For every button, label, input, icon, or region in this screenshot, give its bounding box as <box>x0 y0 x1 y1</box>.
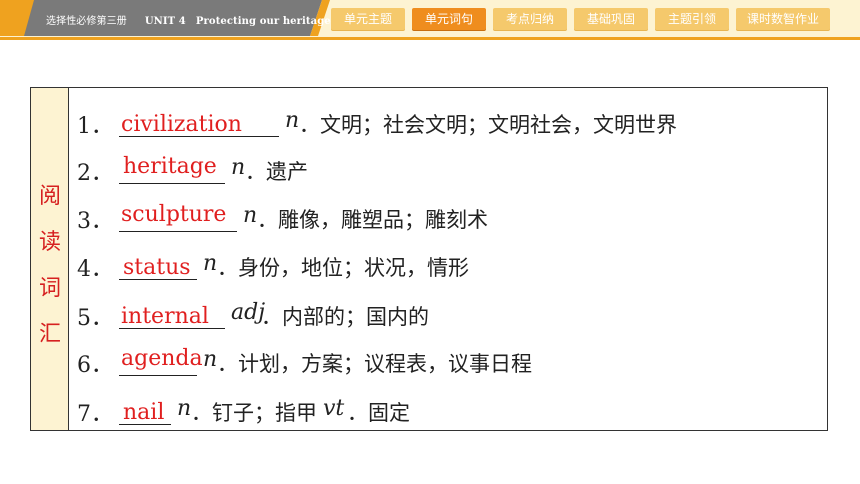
meaning: ．钉子；指甲 <box>191 401 317 425</box>
unit-name: UNIT 4 Protecting our heritage sites <box>144 16 361 27</box>
part-of-speech: n <box>285 108 300 133</box>
item-number: 2． <box>77 161 113 186</box>
unit-title-band: 选择性必修第三册 UNIT 4 Protecting our heritage s… <box>0 0 361 40</box>
tab-basic-practice[interactable]: 基础巩固 <box>574 8 648 30</box>
answer-word: sculpture <box>121 202 227 227</box>
tab-key-points[interactable]: 考点归纳 <box>493 8 567 30</box>
vocab-table: 阅 读 词 汇 1． civilization n ．文明；社会文明；文明社会，… <box>30 87 828 431</box>
meaning: ．内部的；国内的 <box>261 305 429 329</box>
tab-unit-words[interactable]: 单元词句 <box>412 8 486 30</box>
answer-word: heritage <box>123 154 217 179</box>
meaning: ．雕像，雕塑品；雕刻术 <box>257 208 488 232</box>
part-of-speech: n <box>243 203 258 228</box>
item-number: 6． <box>77 353 113 378</box>
part-of-speech: adj <box>231 300 266 325</box>
item-number: 4． <box>77 257 113 282</box>
answer-word: status <box>123 255 191 280</box>
item-number: 1． <box>77 114 113 139</box>
item-number: 5． <box>77 306 113 331</box>
tab-homework[interactable]: 课时数智作业 <box>736 8 830 30</box>
part-of-speech: n <box>177 396 192 421</box>
meaning: ．计划，方案；议程表，议事日程 <box>217 352 532 376</box>
part-of-speech: n <box>231 155 246 180</box>
meaning-2: ．固定 <box>347 401 410 425</box>
part-of-speech: n <box>203 347 218 372</box>
item-number: 3． <box>77 209 113 234</box>
side-char: 词 <box>38 276 61 301</box>
answer-word: agenda <box>121 346 203 371</box>
meaning: ．文明；社会文明；文明社会，文明世界 <box>299 113 677 137</box>
part-of-speech: n <box>203 251 218 276</box>
tab-unit-theme[interactable]: 单元主题 <box>331 8 405 30</box>
part-of-speech-2: vt <box>323 396 345 421</box>
answer-word: civilization <box>121 112 242 137</box>
side-char: 汇 <box>38 322 61 347</box>
side-char: 阅 <box>38 184 61 209</box>
answer-word: nail <box>123 400 165 425</box>
side-char: 读 <box>38 230 61 255</box>
item-number: 7． <box>77 402 113 427</box>
meaning: ．遗产 <box>245 160 308 184</box>
meaning: ．身份，地位；状况，情形 <box>217 256 469 280</box>
book-title: 选择性必修第三册 <box>46 16 127 27</box>
side-label-cell: 阅 读 词 汇 <box>31 88 69 430</box>
unit-title: 选择性必修第三册 UNIT 4 Protecting our heritage s… <box>46 12 361 27</box>
answer-word: internal <box>121 304 209 329</box>
tab-theme-lead[interactable]: 主题引领 <box>655 8 729 30</box>
